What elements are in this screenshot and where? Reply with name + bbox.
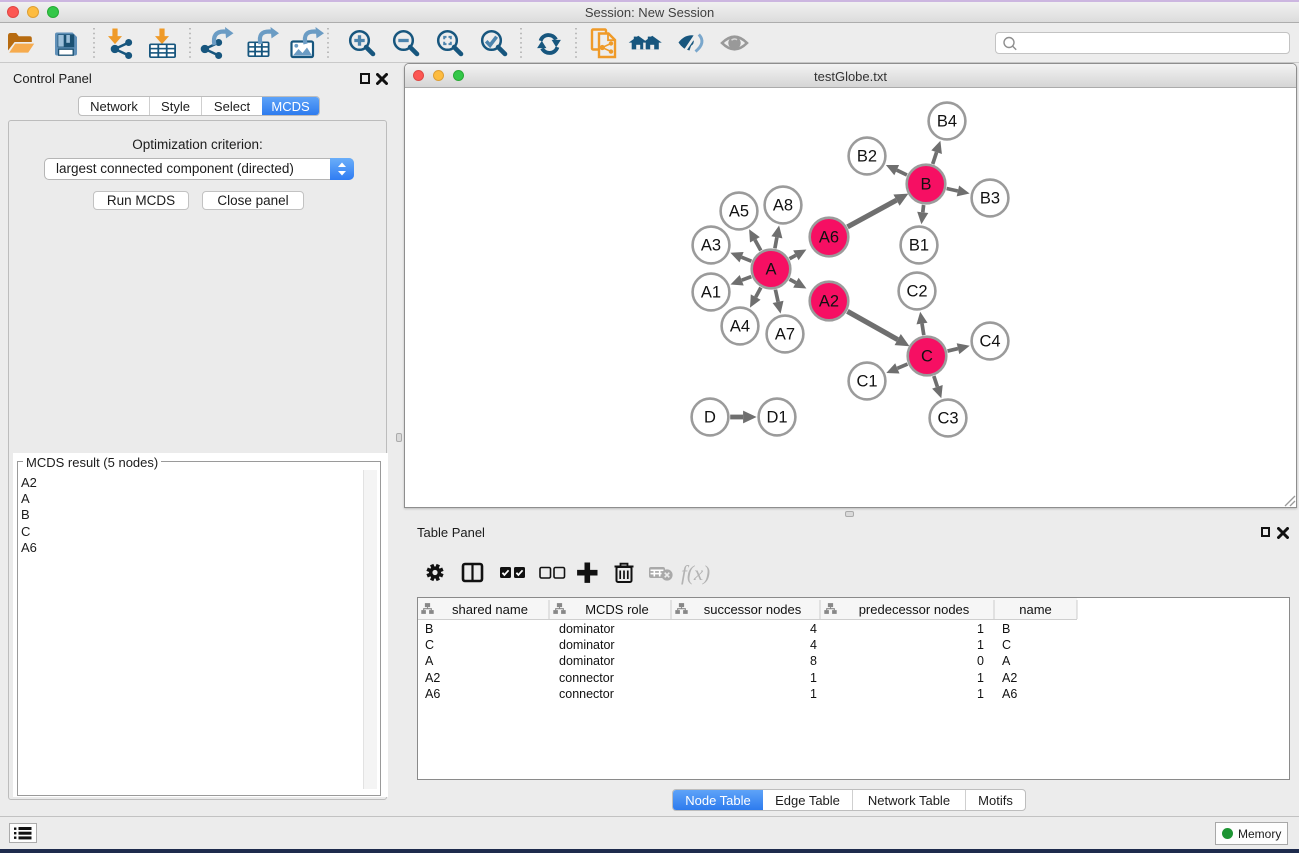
svg-text:B3: B3 [980,190,1000,208]
svg-text:f(x): f(x) [681,561,710,585]
svg-text:A2: A2 [819,293,839,311]
svg-text:C4: C4 [979,333,1000,351]
svg-text:D: D [704,409,716,427]
svg-text:B: B [920,176,931,194]
svg-text:B2: B2 [857,148,877,166]
svg-text:B1: B1 [909,237,929,255]
svg-text:C3: C3 [937,410,958,428]
svg-text:A7: A7 [775,326,795,344]
svg-text:C2: C2 [906,283,927,301]
svg-text:A: A [765,261,776,279]
svg-text:A3: A3 [701,237,721,255]
svg-text:B4: B4 [937,113,957,131]
svg-text:A4: A4 [730,318,750,336]
svg-text:D1: D1 [766,409,787,427]
svg-text:A6: A6 [819,229,839,247]
svg-text:C: C [921,348,933,366]
svg-text:C1: C1 [856,373,877,391]
svg-text:A5: A5 [729,203,749,221]
svg-text:A8: A8 [773,197,793,215]
svg-text:A1: A1 [701,284,721,302]
